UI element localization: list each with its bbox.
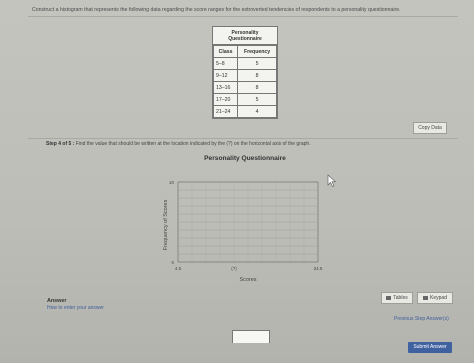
x-tick-label: 4.5: [175, 266, 182, 271]
frequency-cell: 5: [237, 93, 277, 106]
x-tick-label: 24.5: [314, 266, 323, 271]
table-row: 9–12 8: [212, 69, 277, 82]
copy-data-button[interactable]: Copy Data: [413, 122, 447, 134]
header-class: Class: [212, 45, 239, 58]
class-cell: 13–16: [212, 81, 239, 94]
keypad-button-label: Keypad: [430, 295, 447, 301]
header-frequency: Frequency: [237, 45, 277, 58]
table-header-row: Class Frequency: [212, 45, 277, 58]
cursor-pointer-icon: [327, 174, 337, 187]
class-cell: 5–8: [212, 57, 239, 70]
tables-button-label: Tables: [393, 295, 408, 301]
how-to-enter-link[interactable]: How to enter your answer: [47, 305, 104, 311]
data-table: Personality Questionnaire Class Frequenc…: [212, 26, 278, 119]
submit-answer-button[interactable]: Submit Answer: [408, 342, 452, 353]
class-cell: 9–12: [212, 69, 239, 82]
keypad-icon: [423, 295, 429, 300]
histogram-chart: Frequency of Scores 10 0 4.5 (?) 24.5 Sc…: [163, 174, 337, 283]
chart-grid: [178, 182, 318, 262]
table-title: Personality Questionnaire: [213, 27, 277, 45]
table-row: 13–16 8: [212, 81, 277, 94]
table-row: 21–24 4: [212, 105, 277, 118]
table-row: 17–20 5: [212, 93, 277, 106]
class-cell: 17–20: [212, 93, 239, 106]
y-tick-label: 10: [169, 180, 175, 185]
table-row: 5–8 5: [212, 57, 277, 70]
frequency-cell: 4: [237, 105, 277, 118]
step-label: Step 4 of 5 :: [46, 141, 75, 147]
step-text: Find the value that should be written at…: [75, 141, 311, 147]
question-prompt: Construct a histogram that represents th…: [32, 7, 401, 13]
y-tick-label: 0: [171, 260, 174, 265]
divider: [28, 138, 458, 139]
y-axis-label: Frequency of Scores: [163, 199, 169, 250]
step-instruction: Step 4 of 5 : Find the value that should…: [46, 141, 311, 147]
x-axis-label: Scores: [239, 277, 256, 283]
x-tick-label-unknown: (?): [231, 266, 237, 271]
divider: [28, 16, 458, 17]
frequency-cell: 8: [237, 81, 277, 94]
previous-step-answers-link[interactable]: Previous Step Answer(s): [394, 316, 449, 322]
table-title-line2: Questionnaire: [228, 36, 262, 42]
frequency-table: Class Frequency 5–8 5 9–12 8 13–16 8 17–…: [212, 45, 277, 118]
frequency-cell: 8: [237, 69, 277, 82]
keypad-button[interactable]: Keypad: [417, 292, 453, 304]
table-icon: [386, 295, 392, 300]
frequency-cell: 5: [237, 57, 277, 70]
class-cell: 21–24: [212, 105, 239, 118]
question-page: Construct a histogram that represents th…: [0, 0, 474, 363]
answer-label: Answer: [47, 298, 67, 304]
answer-input[interactable]: [232, 330, 270, 343]
tables-button[interactable]: Tables: [381, 292, 413, 304]
